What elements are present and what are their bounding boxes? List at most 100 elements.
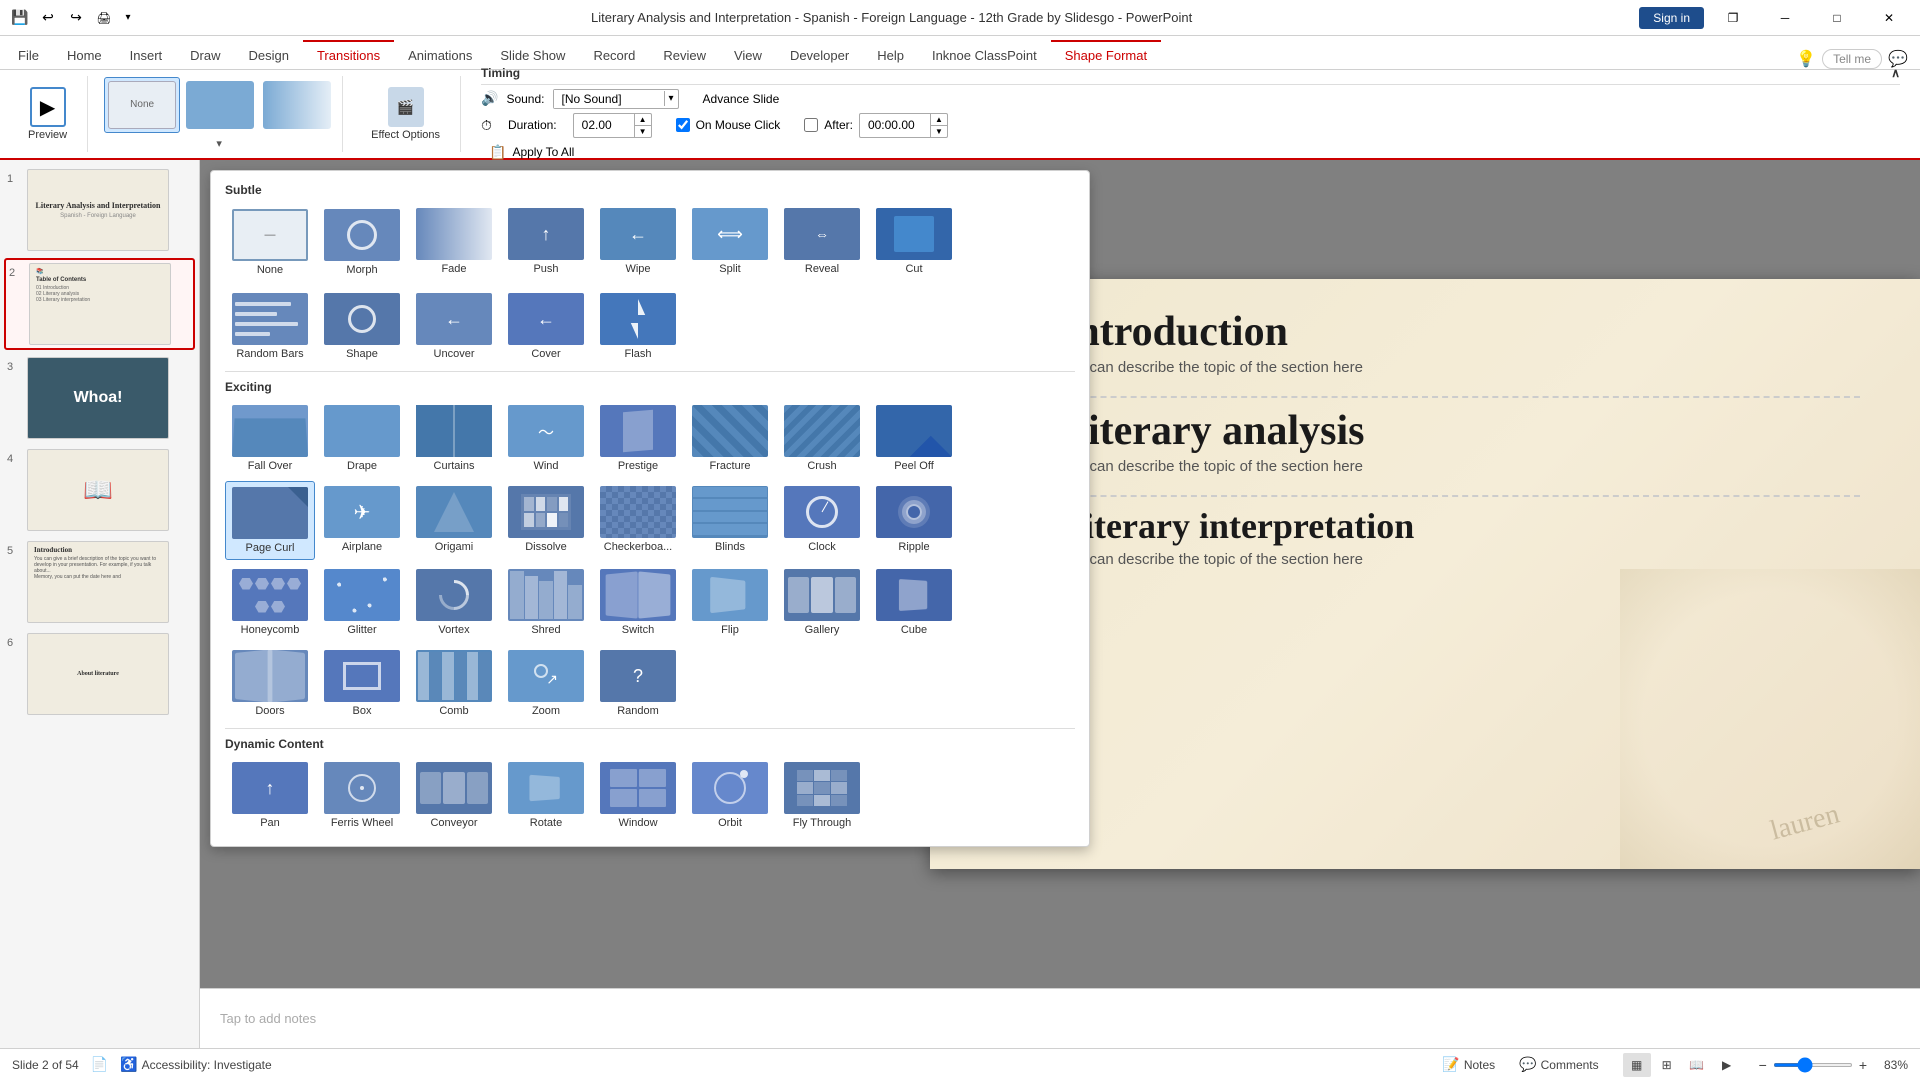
after-input[interactable]: [860, 116, 930, 134]
accessibility-indicator[interactable]: ♿ Accessibility: Investigate: [120, 1056, 272, 1073]
close-btn[interactable]: ✕: [1866, 2, 1912, 34]
transition-prestige[interactable]: Prestige: [593, 400, 683, 477]
tab-design[interactable]: Design: [235, 42, 303, 69]
transition-switch[interactable]: Switch: [593, 564, 683, 641]
transition-flash[interactable]: Flash: [593, 288, 683, 365]
redo-icon[interactable]: ↪: [64, 6, 88, 30]
transition-ripple[interactable]: Ripple: [869, 481, 959, 560]
view-reading-btn[interactable]: 📖: [1683, 1053, 1711, 1077]
transition-morph-thumb[interactable]: [183, 78, 257, 132]
after-down-btn[interactable]: ▼: [930, 125, 947, 137]
notes-placeholder[interactable]: Tap to add notes: [220, 1011, 316, 1026]
transition-origami[interactable]: Origami: [409, 481, 499, 560]
transition-airplane[interactable]: ✈ Airplane: [317, 481, 407, 560]
transition-comb[interactable]: Comb: [409, 645, 499, 722]
transition-orbit[interactable]: Orbit: [685, 757, 775, 834]
transition-dissolve[interactable]: Dissolve: [501, 481, 591, 560]
after-checkbox[interactable]: [804, 118, 818, 132]
tab-transitions[interactable]: Transitions: [303, 40, 394, 69]
transition-checkerboard[interactable]: Checkerboa...: [593, 481, 683, 560]
sign-in-button[interactable]: Sign in: [1639, 7, 1704, 29]
slide-thumb-4[interactable]: 4 📖: [4, 446, 195, 534]
transition-crush[interactable]: Crush: [777, 400, 867, 477]
transition-rotate[interactable]: Rotate: [501, 757, 591, 834]
transition-cover[interactable]: ← Cover: [501, 288, 591, 365]
transition-push[interactable]: ↑ Push: [501, 203, 591, 282]
transition-peel-off[interactable]: Peel Off: [869, 400, 959, 477]
minimize-btn[interactable]: ─: [1762, 2, 1808, 34]
comments-btn[interactable]: 💬 Comments: [1511, 1054, 1606, 1075]
on-mouse-click-checkbox[interactable]: [676, 118, 690, 132]
dropdown-icon[interactable]: ▾: [120, 6, 136, 30]
transition-random-bars[interactable]: Random Bars: [225, 288, 315, 365]
after-up-btn[interactable]: ▲: [930, 114, 947, 125]
slide-thumb-6[interactable]: 6 About literature: [4, 630, 195, 718]
transition-wipe[interactable]: ← Wipe: [593, 203, 683, 282]
undo-icon[interactable]: ↩: [36, 6, 60, 30]
transition-vortex[interactable]: Vortex: [409, 564, 499, 641]
maximize-btn[interactable]: □: [1814, 2, 1860, 34]
transition-none[interactable]: — None: [225, 203, 315, 282]
transition-fracture[interactable]: Fracture: [685, 400, 775, 477]
transition-conveyor[interactable]: Conveyor: [409, 757, 499, 834]
transition-curtains[interactable]: Curtains: [409, 400, 499, 477]
preview-button[interactable]: ▶ Preview: [20, 83, 75, 145]
save-icon[interactable]: 💾: [8, 6, 32, 30]
transition-ferris-wheel[interactable]: Ferris Wheel: [317, 757, 407, 834]
view-slideshow-btn[interactable]: ▶: [1713, 1053, 1741, 1077]
view-slide-sorter-btn[interactable]: ⊞: [1653, 1053, 1681, 1077]
transition-shape[interactable]: Shape: [317, 288, 407, 365]
transition-split[interactable]: ⟺ Split: [685, 203, 775, 282]
slide-thumb-1[interactable]: 1 Literary Analysis and Interpretation S…: [4, 166, 195, 254]
effect-options-button[interactable]: 🎬 Effect Options: [363, 83, 448, 145]
tab-file[interactable]: File: [4, 42, 53, 69]
transition-glitter[interactable]: Glitter: [317, 564, 407, 641]
transition-window[interactable]: Window: [593, 757, 683, 834]
transition-box[interactable]: Box: [317, 645, 407, 722]
transition-fade-thumb[interactable]: [260, 78, 334, 132]
notes-btn[interactable]: 📝 Notes: [1434, 1054, 1503, 1075]
transition-fly-through[interactable]: Fly Through: [777, 757, 867, 834]
restore-btn[interactable]: ❐: [1710, 2, 1756, 34]
transition-morph[interactable]: Morph: [317, 203, 407, 282]
transition-clock[interactable]: Clock: [777, 481, 867, 560]
transition-honeycomb[interactable]: Honeycomb: [225, 564, 315, 641]
duration-input[interactable]: [574, 116, 634, 134]
transition-doors[interactable]: Doors: [225, 645, 315, 722]
transition-gallery[interactable]: Gallery: [777, 564, 867, 641]
tab-insert[interactable]: Insert: [116, 42, 177, 69]
zoom-out-btn[interactable]: −: [1757, 1055, 1769, 1075]
transition-fall-over[interactable]: Fall Over: [225, 400, 315, 477]
transition-wind[interactable]: 〜 Wind: [501, 400, 591, 477]
transition-none-thumb[interactable]: None: [104, 77, 180, 133]
transition-fade[interactable]: Fade: [409, 203, 499, 282]
transition-cube[interactable]: Cube: [869, 564, 959, 641]
slide-layout-icon[interactable]: 📄: [91, 1056, 108, 1073]
transition-uncover[interactable]: ← Uncover: [409, 288, 499, 365]
zoom-slider[interactable]: [1773, 1063, 1853, 1067]
tab-home[interactable]: Home: [53, 42, 116, 69]
transition-pan[interactable]: ↑ Pan: [225, 757, 315, 834]
view-normal-btn[interactable]: ▦: [1623, 1053, 1651, 1077]
timing-collapse-icon[interactable]: ∧: [1891, 66, 1900, 80]
transition-page-curl[interactable]: Page Curl: [225, 481, 315, 560]
zoom-in-btn[interactable]: +: [1857, 1055, 1869, 1075]
duration-up-btn[interactable]: ▲: [634, 114, 651, 125]
slide-thumb-3[interactable]: 3 Whoa!: [4, 354, 195, 442]
sound-input[interactable]: [554, 90, 664, 108]
transition-flip[interactable]: Flip: [685, 564, 775, 641]
tab-draw[interactable]: Draw: [176, 42, 234, 69]
transition-zoom[interactable]: ↗ Zoom: [501, 645, 591, 722]
transition-reveal[interactable]: ⇔ Reveal: [777, 203, 867, 282]
slide-thumb-5[interactable]: 5 Introduction You can give a brief desc…: [4, 538, 195, 626]
quick-access-icon[interactable]: 🖨: [92, 6, 116, 30]
transition-cut[interactable]: Cut: [869, 203, 959, 282]
transition-blinds[interactable]: Blinds: [685, 481, 775, 560]
transition-random[interactable]: ? Random: [593, 645, 683, 722]
sound-dropdown-btn[interactable]: ▾: [664, 91, 678, 106]
transition-shred[interactable]: Shred: [501, 564, 591, 641]
duration-down-btn[interactable]: ▼: [634, 125, 651, 137]
transition-drape[interactable]: Drape: [317, 400, 407, 477]
transitions-dropdown-btn[interactable]: ▾: [208, 135, 230, 152]
slide-thumb-2[interactable]: 2 📚 Table of Contents 01 Introduction 02…: [4, 258, 195, 350]
